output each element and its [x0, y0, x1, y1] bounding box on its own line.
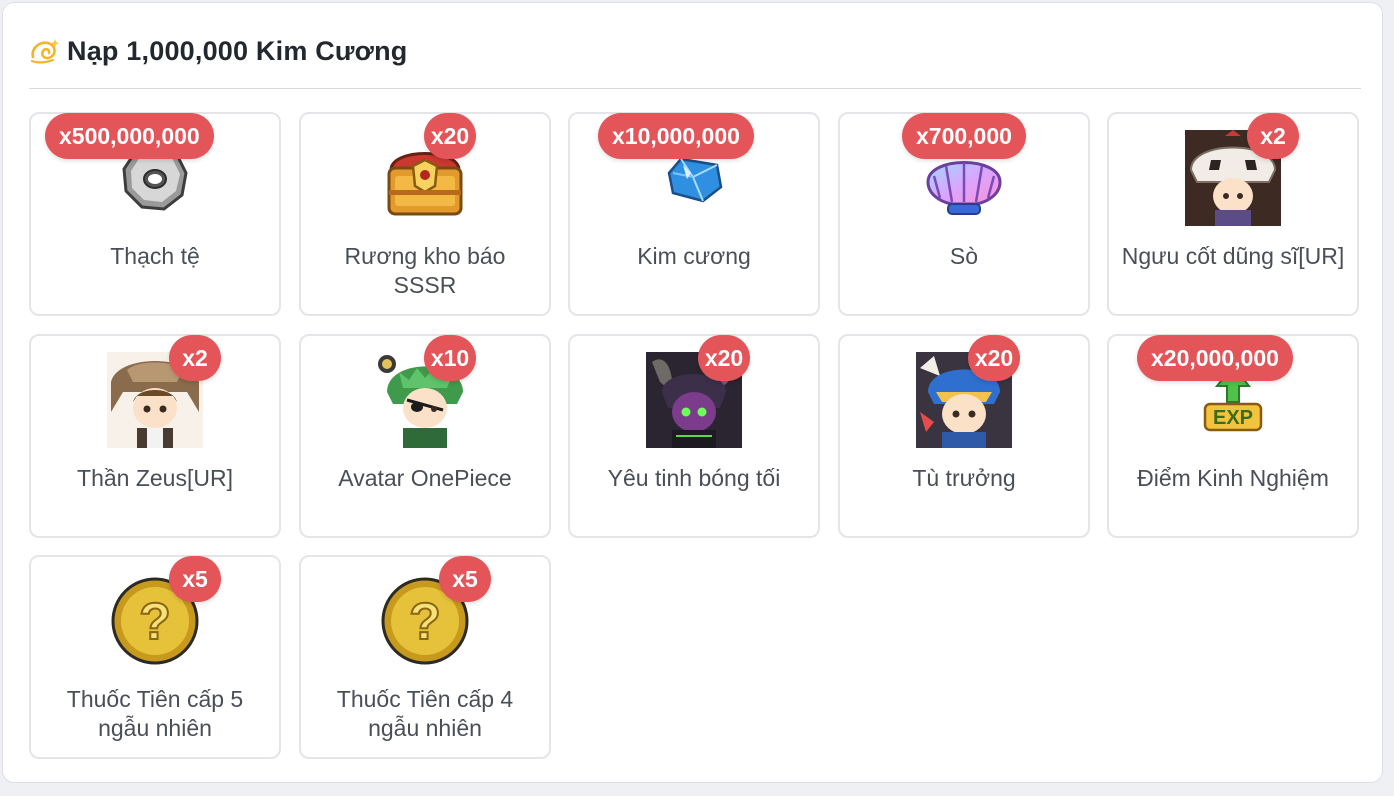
quantity-badge: x500,000,000 [45, 113, 214, 159]
reward-name: Avatar OnePiece [338, 465, 512, 491]
svg-text:?: ? [409, 593, 441, 651]
reward-name: Tù trưởng [912, 465, 1016, 491]
reward-card-thuoc-tien-cap-4[interactable]: ? x5 Thuốc Tiên cấp 4 ngẫu nhiên [299, 555, 551, 759]
quantity-badge: x2 [169, 335, 221, 381]
panel-title: Nạp 1,000,000 Kim Cương [67, 35, 408, 66]
header-divider [29, 88, 1361, 89]
reward-name: Thạch tệ [110, 243, 200, 269]
reward-card-kim-cuong[interactable]: x10,000,000 Kim cương [568, 112, 820, 316]
reward-panel: Nạp 1,000,000 Kim Cương x500,000,000 Thạ… [2, 2, 1383, 783]
reward-name: Yêu tinh bóng tối [607, 465, 781, 491]
reward-card-than-zeus[interactable]: x2 Thần Zeus[UR] [29, 334, 281, 538]
quantity-badge: x20,000,000 [1137, 335, 1293, 381]
reward-name: Thần Zeus[UR] [77, 465, 233, 491]
reward-name: Điểm Kinh Nghiệm [1137, 465, 1329, 491]
reward-card-avatar-onepiece[interactable]: x10 Avatar OnePiece [299, 334, 551, 538]
reward-name: Ngưu cốt dũng sĩ[UR] [1121, 243, 1345, 269]
quantity-badge: x10,000,000 [598, 113, 754, 159]
reward-card-thuoc-tien-cap-5[interactable]: ? x5 Thuốc Tiên cấp 5 ngẫu nhiên [29, 555, 281, 759]
reward-name: Thuốc Tiên cấp 4 ngẫu nhiên [336, 686, 514, 741]
reward-name: Sò [949, 243, 979, 269]
reward-card-thach-te[interactable]: x500,000,000 Thạch tệ [29, 112, 281, 316]
reward-card-ruong-kho-bao[interactable]: x20 Rương kho báo SSSR [299, 112, 551, 316]
quantity-badge: x20 [698, 335, 750, 381]
reward-name: Thuốc Tiên cấp 5 ngẫu nhiên [66, 686, 244, 741]
quantity-badge: x5 [169, 556, 221, 602]
panel-header: Nạp 1,000,000 Kim Cương [29, 31, 407, 71]
svg-text:EXP: EXP [1213, 407, 1253, 429]
quantity-badge: x10 [424, 335, 476, 381]
reward-card-diem-kinh-nghiem[interactable]: EXP x20,000,000 Điểm Kinh Nghiệm [1107, 334, 1359, 538]
quantity-badge: x700,000 [902, 113, 1026, 159]
dizzy-icon [30, 39, 60, 64]
reward-card-nguu-cot-dung-si[interactable]: x2 Ngưu cốt dũng sĩ[UR] [1107, 112, 1359, 316]
reward-name: Kim cương [637, 243, 751, 269]
quantity-badge: x5 [439, 556, 491, 602]
reward-card-tu-truong[interactable]: x20 Tù trưởng [838, 334, 1090, 538]
quantity-badge: x20 [968, 335, 1020, 381]
reward-card-so[interactable]: x700,000 Sò [838, 112, 1090, 316]
reward-card-yeu-tinh-bong-toi[interactable]: x20 Yêu tinh bóng tối [568, 334, 820, 538]
quantity-badge: x2 [1247, 113, 1299, 159]
reward-name: Rương kho báo SSSR [344, 243, 506, 298]
quantity-badge: x20 [424, 113, 476, 159]
svg-text:?: ? [139, 593, 171, 651]
